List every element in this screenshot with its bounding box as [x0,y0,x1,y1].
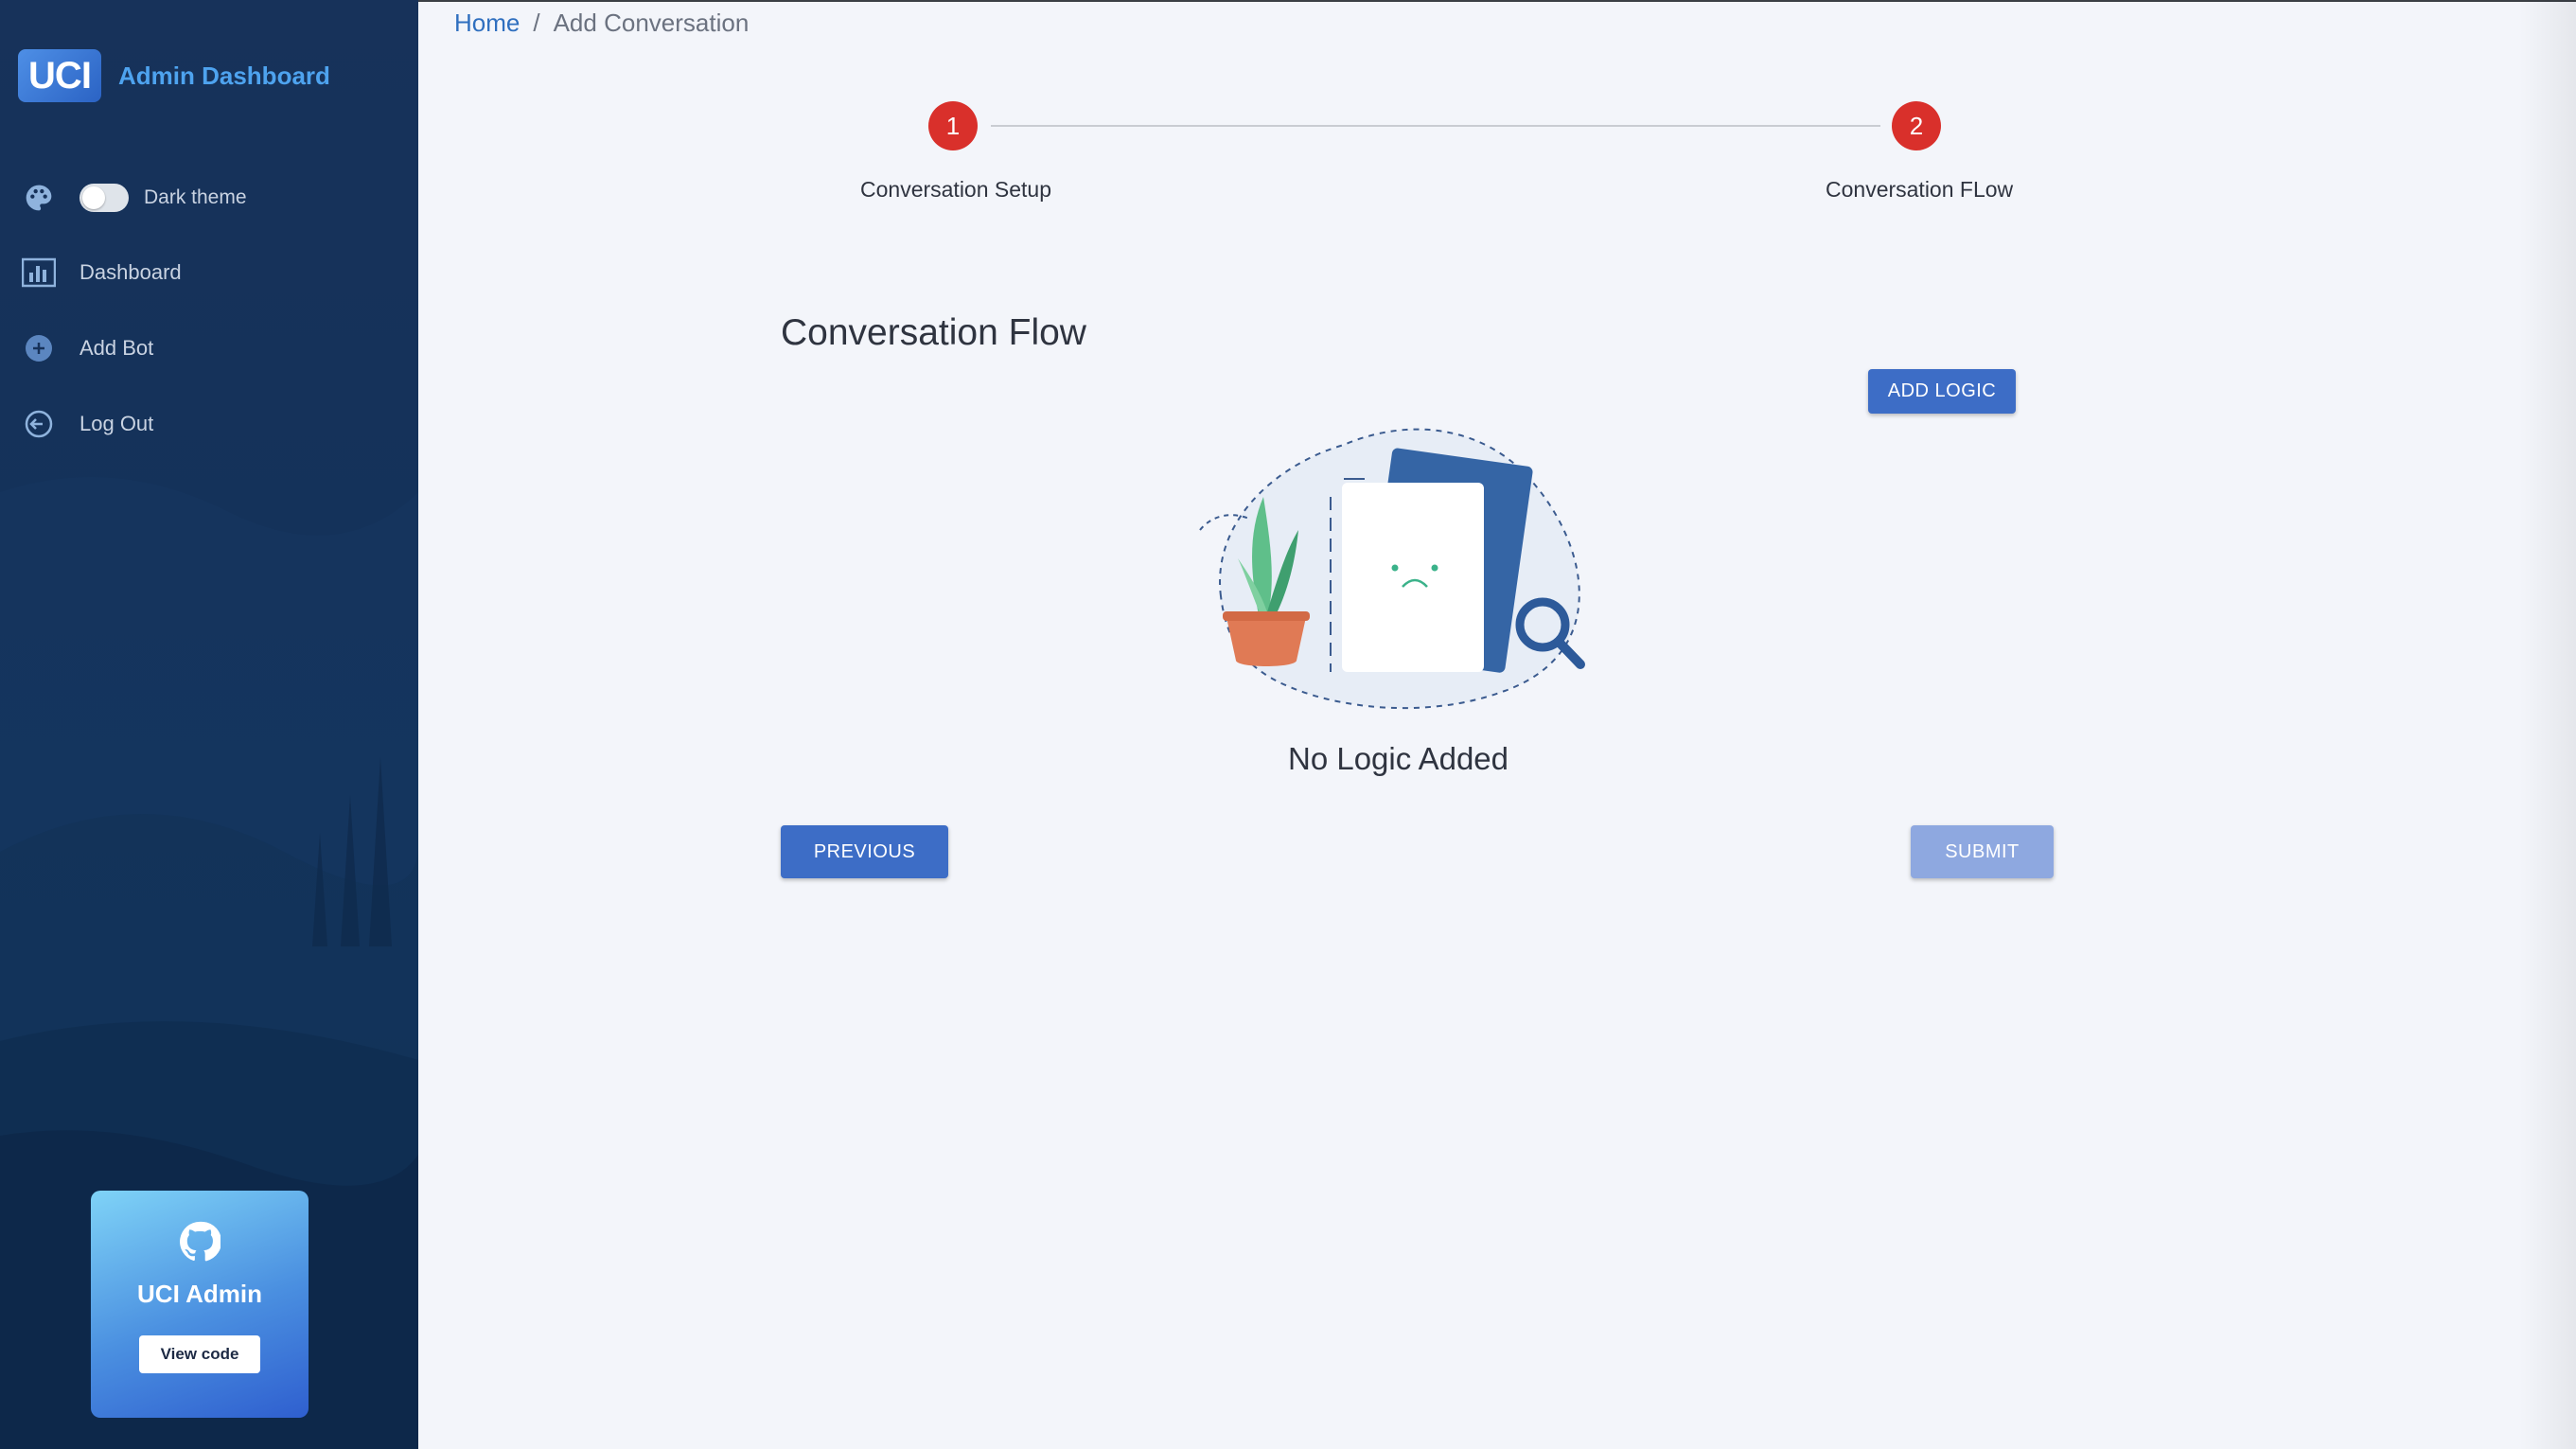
breadcrumb-home-link[interactable]: Home [454,9,520,38]
view-code-button[interactable]: View code [139,1335,260,1373]
step-1-label: Conversation Setup [860,177,1052,202]
step-2-circle[interactable]: 2 [1892,101,1941,150]
sidebar-item-log-out[interactable]: Log Out [21,406,153,442]
sidebar-item-label: Add Bot [79,336,154,360]
step-1-circle[interactable]: 1 [928,101,978,150]
brand-title: Admin Dashboard [118,61,330,90]
step-2-label: Conversation FLow [1826,177,2014,202]
sidebar: UCI Admin Dashboard Dark theme Dashboard… [0,0,418,1449]
dark-theme-toggle[interactable] [79,184,129,212]
breadcrumb-current: Add Conversation [553,9,750,37]
plus-circle-icon [21,330,57,366]
empty-state-illustration [1199,428,1585,710]
logout-icon [21,406,57,442]
breadcrumb-separator: / [533,9,540,37]
sidebar-item-dashboard[interactable]: Dashboard [21,255,182,291]
dark-theme-label: Dark theme [144,186,247,208]
page-edge-shadow [2519,0,2576,1449]
submit-button[interactable]: SUBMIT [1911,825,2054,878]
card-title: UCI Admin [137,1280,262,1308]
github-icon [180,1221,221,1262]
add-logic-button[interactable]: ADD LOGIC [1868,369,2016,414]
stepper-connector [991,125,1880,127]
palette-icon [21,180,57,216]
breadcrumb: Home / Add Conversation [454,9,749,38]
empty-state-text: No Logic Added [1287,741,1509,776]
sidebar-item-label: Log Out [79,412,154,435]
toggle-knob [82,186,105,209]
section-title: Conversation Flow [781,312,1086,353]
bar-chart-icon [21,255,57,291]
sidebar-item-add-bot[interactable]: Add Bot [21,330,153,366]
theme-toggle-row: Dark theme [21,180,247,216]
brand-logo: UCI [18,49,101,102]
sidebar-item-label: Dashboard [79,260,182,284]
uci-admin-card: UCI Admin View code [91,1191,309,1418]
brand[interactable]: UCI Admin Dashboard [18,49,330,102]
previous-button[interactable]: PREVIOUS [781,825,948,878]
